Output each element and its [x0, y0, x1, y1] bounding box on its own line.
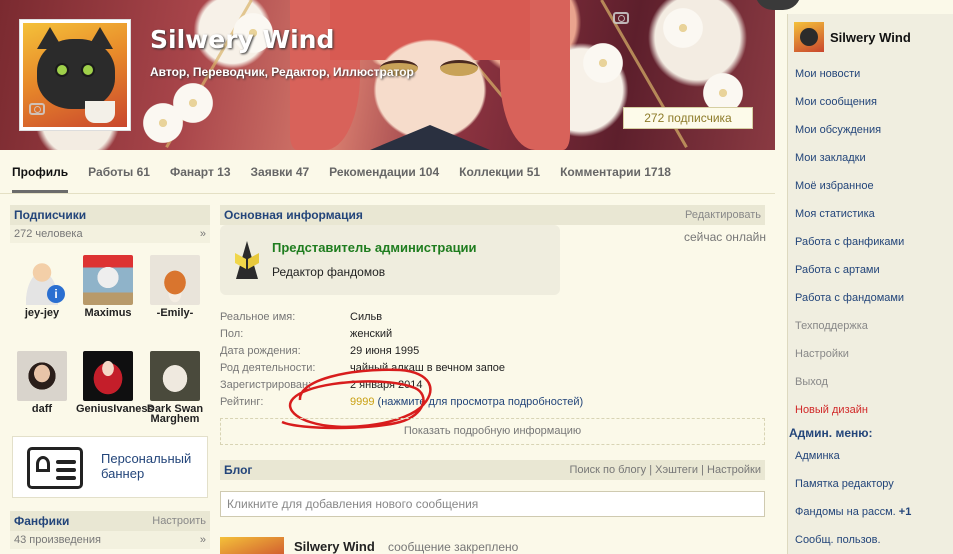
- tab-collections[interactable]: Коллекции 51: [459, 151, 540, 193]
- fox-avatar-icon: [150, 255, 200, 305]
- fanfics-block: Фанфики Настроить 43 произведения »: [10, 511, 210, 549]
- sidebar-item-settings[interactable]: Настройки: [788, 340, 953, 368]
- subscriber-item[interactable]: Dark Swan Marghem: [143, 351, 207, 425]
- post-pinned-status: сообщение закреплено: [388, 540, 519, 554]
- fanfics-title[interactable]: Фанфики: [14, 514, 69, 528]
- blog-block: Блог Поиск по блогу | Хэштеги | Настройк…: [220, 460, 765, 480]
- main-info-block: Основная информация Редактировать: [220, 205, 765, 225]
- cat-avatar-icon: [83, 255, 133, 305]
- girl-avatar-icon: [17, 351, 67, 401]
- show-detailed-info-button[interactable]: Показать подробную информацию: [220, 418, 765, 445]
- sidebar-avatar: [794, 22, 824, 52]
- subscribers-title[interactable]: Подписчики: [14, 208, 86, 222]
- admin-role-card: Представитель администрации Редактор фан…: [220, 225, 560, 295]
- subscribers-block: Подписчики 272 человека » i jey-jey Maxi…: [10, 205, 210, 433]
- subscriber-item[interactable]: Maximus: [76, 255, 140, 319]
- subscriber-item[interactable]: GeniusIvaness: [76, 351, 154, 415]
- sidebar-item-news[interactable]: Мои новости: [788, 60, 953, 88]
- personal-banner-card[interactable]: Персональный баннер: [12, 436, 208, 498]
- post-author-name[interactable]: Silwery Wind: [294, 539, 375, 554]
- sidebar-item-admin-panel[interactable]: Админка: [788, 442, 953, 470]
- camera-icon[interactable]: [613, 12, 629, 24]
- sidebar-item-favorites[interactable]: Моё избранное: [788, 172, 953, 200]
- subscriber-item[interactable]: i jey-jey: [10, 255, 74, 319]
- sidebar-item-arts[interactable]: Работа с артами: [788, 256, 953, 284]
- edit-link[interactable]: Редактировать: [685, 209, 761, 221]
- fanfics-more-arrow[interactable]: »: [200, 534, 206, 546]
- subscriber-name: Dark Swan Marghem: [146, 403, 204, 425]
- sidebar-item-support[interactable]: Техподдержка: [788, 312, 953, 340]
- subscribers-count: 272 человека: [14, 228, 83, 240]
- sidebar-item-logout[interactable]: Выход: [788, 368, 953, 396]
- rating-value[interactable]: 9999: [350, 396, 374, 408]
- personal-banner-label: Персональный баннер: [101, 451, 192, 481]
- default-user-avatar-icon: i: [17, 255, 67, 305]
- main-info-title: Основная информация: [224, 208, 363, 222]
- tab-recommendations[interactable]: Рекомендации 104: [329, 151, 439, 193]
- admin-role-title: Представитель администрации: [272, 240, 477, 255]
- info-row-real-name: Реальное имя: Сильв: [220, 311, 383, 323]
- subscriber-name: GeniusIvaness: [76, 403, 154, 415]
- author-name: Silwery Wind: [150, 25, 335, 54]
- subscriber-name: -Emily-: [156, 307, 194, 319]
- tab-works[interactable]: Работы 61: [88, 151, 150, 193]
- right-sidebar: Silwery Wind Мои новости Мои сообщения М…: [787, 14, 953, 554]
- anime-girl-avatar-icon: [83, 351, 133, 401]
- fanfics-configure-link[interactable]: Настроить: [152, 515, 206, 527]
- sidebar-item-user-messages[interactable]: Сообщ. пользов.: [788, 526, 953, 554]
- author-roles: Автор, Переводчик, Редактор, Иллюстратор: [150, 65, 414, 79]
- sidebar-item-fandoms-review[interactable]: Фандомы на рассм. +1: [788, 498, 953, 526]
- tab-fanart[interactable]: Фанарт 13: [170, 151, 231, 193]
- fanfics-count: 43 произведения: [14, 534, 101, 546]
- sidebar-item-bookmarks[interactable]: Мои закладки: [788, 144, 953, 172]
- subscriber-name: Maximus: [84, 307, 132, 319]
- camera-icon[interactable]: [29, 103, 45, 115]
- sidebar-item-discussions[interactable]: Мои обсуждения: [788, 116, 953, 144]
- profile-tabs: Профиль Работы 61 Фанарт 13 Заявки 47 Ре…: [0, 150, 775, 194]
- subscriber-item[interactable]: daff: [10, 351, 74, 415]
- sidebar-item-new-design[interactable]: Новый дизайн: [788, 396, 953, 424]
- rating-details-link[interactable]: (нажмите для просмотра подробностей): [378, 396, 584, 408]
- blog-post: Silwery Wind сообщение закреплено: [220, 533, 765, 554]
- subscribers-count-badge[interactable]: 272 подписчика: [623, 107, 753, 129]
- info-row-occupation: Род деятельности: чайный алкаш в вечном з…: [220, 362, 506, 374]
- admin-menu-heading: Админ. меню:: [789, 426, 873, 440]
- sidebar-item-fanfics[interactable]: Работа с фанфиками: [788, 228, 953, 256]
- wizard-hat-icon: [235, 241, 259, 279]
- post-author-avatar[interactable]: [220, 537, 284, 554]
- new-post-input[interactable]: Кликните для добавления нового сообщения: [220, 491, 765, 517]
- sidebar-user-name: Silwery Wind: [830, 29, 911, 45]
- subscriber-item[interactable]: -Emily-: [143, 255, 207, 319]
- info-row-registered: Зарегистрирован: 2 января 2014: [220, 379, 423, 391]
- blog-links[interactable]: Поиск по блогу | Хэштеги | Настройки: [570, 464, 762, 476]
- admin-role-subtitle: Редактор фандомов: [272, 265, 386, 279]
- info-row-gender: Пол: женский: [220, 328, 393, 340]
- tab-requests[interactable]: Заявки 47: [251, 151, 310, 193]
- info-row-rating[interactable]: Рейтинг: 9999 (нажмите для просмотра под…: [220, 394, 765, 411]
- profile-avatar[interactable]: [19, 19, 131, 131]
- info-rows: Реальное имя: Сильв Пол: женский Дата рожд…: [220, 309, 765, 411]
- sidebar-item-editor-memo[interactable]: Памятка редактору: [788, 470, 953, 498]
- info-row-birthday: Дата рождения: 29 июня 1995: [220, 345, 420, 357]
- sidebar-item-fandoms[interactable]: Работа с фандомами: [788, 284, 953, 312]
- id-card-icon: [27, 447, 83, 489]
- sidebar-user[interactable]: Silwery Wind: [788, 14, 953, 60]
- owl-avatar-icon: [150, 351, 200, 401]
- subscriber-name: daff: [31, 403, 53, 415]
- sidebar-item-messages[interactable]: Мои сообщения: [788, 88, 953, 116]
- tab-comments[interactable]: Комментарии 1718: [560, 151, 671, 193]
- online-status: сейчас онлайн: [684, 230, 766, 244]
- sidebar-item-statistics[interactable]: Моя статистика: [788, 200, 953, 228]
- blog-title: Блог: [224, 463, 253, 477]
- subscriber-name: jey-jey: [24, 307, 60, 319]
- subscribers-more-arrow[interactable]: »: [200, 228, 206, 240]
- fandoms-review-badge: +1: [898, 506, 912, 518]
- tab-profile[interactable]: Профиль: [12, 151, 69, 193]
